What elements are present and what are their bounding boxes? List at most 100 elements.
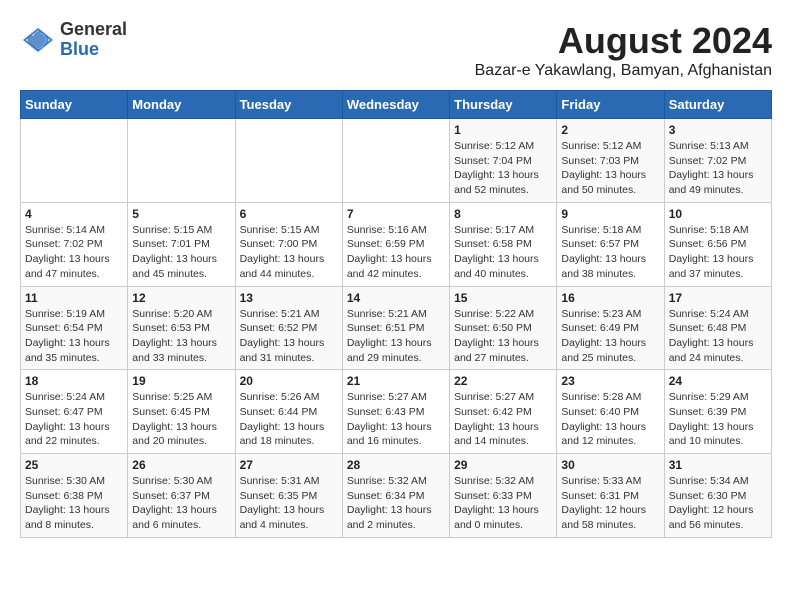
calendar-cell: 8 Sunrise: 5:17 AM Sunset: 6:58 PM Daylig… [450, 202, 557, 286]
cell-info: Sunrise: 5:20 AM Sunset: 6:53 PM Dayligh… [132, 307, 230, 366]
cell-day-number: 29 [454, 458, 552, 472]
cell-day-number: 7 [347, 207, 445, 221]
cell-info: Sunrise: 5:24 AM Sunset: 6:47 PM Dayligh… [25, 390, 123, 449]
logo-text: General Blue [60, 20, 127, 60]
cell-day-number: 23 [561, 374, 659, 388]
header-cell-friday: Friday [557, 91, 664, 119]
cell-info: Sunrise: 5:16 AM Sunset: 6:59 PM Dayligh… [347, 223, 445, 282]
calendar-cell: 12 Sunrise: 5:20 AM Sunset: 6:53 PM Dayli… [128, 286, 235, 370]
cell-info: Sunrise: 5:23 AM Sunset: 6:49 PM Dayligh… [561, 307, 659, 366]
header-cell-tuesday: Tuesday [235, 91, 342, 119]
cell-info: Sunrise: 5:13 AM Sunset: 7:02 PM Dayligh… [669, 139, 767, 198]
header-row: SundayMondayTuesdayWednesdayThursdayFrid… [21, 91, 772, 119]
cell-info: Sunrise: 5:15 AM Sunset: 7:01 PM Dayligh… [132, 223, 230, 282]
cell-day-number: 8 [454, 207, 552, 221]
cell-day-number: 20 [240, 374, 338, 388]
calendar-cell: 13Sunrise: 5:21 AM Sunset: 6:52 PM Dayli… [235, 286, 342, 370]
calendar-cell: 26 Sunrise: 5:30 AM Sunset: 6:37 PM Dayli… [128, 454, 235, 538]
page-title: August 2024 [475, 20, 772, 62]
cell-info: Sunrise: 5:29 AM Sunset: 6:39 PM Dayligh… [669, 390, 767, 449]
calendar-table: SundayMondayTuesdayWednesdayThursdayFrid… [20, 90, 772, 538]
calendar-cell: 16 Sunrise: 5:23 AM Sunset: 6:49 PM Dayli… [557, 286, 664, 370]
calendar-cell: 27 Sunrise: 5:31 AM Sunset: 6:35 PM Dayli… [235, 454, 342, 538]
calendar-cell: 15 Sunrise: 5:22 AM Sunset: 6:50 PM Dayli… [450, 286, 557, 370]
calendar-cell: 3Sunrise: 5:13 AM Sunset: 7:02 PM Daylig… [664, 119, 771, 203]
header-cell-wednesday: Wednesday [342, 91, 449, 119]
cell-day-number: 16 [561, 291, 659, 305]
calendar-cell: 17 Sunrise: 5:24 AM Sunset: 6:48 PM Dayli… [664, 286, 771, 370]
cell-day-number: 9 [561, 207, 659, 221]
calendar-cell [21, 119, 128, 203]
cell-day-number: 1 [454, 123, 552, 137]
week-row-2: 4Sunrise: 5:14 AM Sunset: 7:02 PM Daylig… [21, 202, 772, 286]
calendar-cell: 19 Sunrise: 5:25 AM Sunset: 6:45 PM Dayli… [128, 370, 235, 454]
calendar-cell [342, 119, 449, 203]
calendar-cell: 28 Sunrise: 5:32 AM Sunset: 6:34 PM Dayli… [342, 454, 449, 538]
calendar-cell [235, 119, 342, 203]
cell-day-number: 28 [347, 458, 445, 472]
cell-day-number: 14 [347, 291, 445, 305]
calendar-cell: 30Sunrise: 5:33 AM Sunset: 6:31 PM Dayli… [557, 454, 664, 538]
cell-day-number: 13 [240, 291, 338, 305]
calendar-cell: 4Sunrise: 5:14 AM Sunset: 7:02 PM Daylig… [21, 202, 128, 286]
header-cell-thursday: Thursday [450, 91, 557, 119]
cell-day-number: 26 [132, 458, 230, 472]
week-row-4: 18 Sunrise: 5:24 AM Sunset: 6:47 PM Dayli… [21, 370, 772, 454]
calendar-cell: 31 Sunrise: 5:34 AM Sunset: 6:30 PM Dayli… [664, 454, 771, 538]
cell-info: Sunrise: 5:31 AM Sunset: 6:35 PM Dayligh… [240, 474, 338, 533]
calendar-cell [128, 119, 235, 203]
page-subtitle: Bazar-e Yakawlang, Bamyan, Afghanistan [475, 62, 772, 80]
calendar-cell: 10Sunrise: 5:18 AM Sunset: 6:56 PM Dayli… [664, 202, 771, 286]
calendar-cell: 29 Sunrise: 5:32 AM Sunset: 6:33 PM Dayli… [450, 454, 557, 538]
cell-info: Sunrise: 5:22 AM Sunset: 6:50 PM Dayligh… [454, 307, 552, 366]
cell-info: Sunrise: 5:27 AM Sunset: 6:43 PM Dayligh… [347, 390, 445, 449]
cell-info: Sunrise: 5:32 AM Sunset: 6:33 PM Dayligh… [454, 474, 552, 533]
cell-day-number: 27 [240, 458, 338, 472]
header-cell-sunday: Sunday [21, 91, 128, 119]
cell-day-number: 31 [669, 458, 767, 472]
calendar-cell: 23Sunrise: 5:28 AM Sunset: 6:40 PM Dayli… [557, 370, 664, 454]
cell-day-number: 6 [240, 207, 338, 221]
cell-day-number: 11 [25, 291, 123, 305]
calendar-header: SundayMondayTuesdayWednesdayThursdayFrid… [21, 91, 772, 119]
calendar-cell: 1Sunrise: 5:12 AM Sunset: 7:04 PM Daylig… [450, 119, 557, 203]
cell-day-number: 17 [669, 291, 767, 305]
header-cell-saturday: Saturday [664, 91, 771, 119]
cell-info: Sunrise: 5:30 AM Sunset: 6:37 PM Dayligh… [132, 474, 230, 533]
calendar-cell: 9 Sunrise: 5:18 AM Sunset: 6:57 PM Daylig… [557, 202, 664, 286]
cell-info: Sunrise: 5:30 AM Sunset: 6:38 PM Dayligh… [25, 474, 123, 533]
cell-info: Sunrise: 5:34 AM Sunset: 6:30 PM Dayligh… [669, 474, 767, 533]
cell-day-number: 15 [454, 291, 552, 305]
cell-info: Sunrise: 5:18 AM Sunset: 6:56 PM Dayligh… [669, 223, 767, 282]
cell-info: Sunrise: 5:27 AM Sunset: 6:42 PM Dayligh… [454, 390, 552, 449]
cell-day-number: 12 [132, 291, 230, 305]
header-cell-monday: Monday [128, 91, 235, 119]
cell-info: Sunrise: 5:14 AM Sunset: 7:02 PM Dayligh… [25, 223, 123, 282]
cell-day-number: 25 [25, 458, 123, 472]
cell-info: Sunrise: 5:15 AM Sunset: 7:00 PM Dayligh… [240, 223, 338, 282]
cell-info: Sunrise: 5:17 AM Sunset: 6:58 PM Dayligh… [454, 223, 552, 282]
cell-info: Sunrise: 5:25 AM Sunset: 6:45 PM Dayligh… [132, 390, 230, 449]
cell-day-number: 18 [25, 374, 123, 388]
cell-info: Sunrise: 5:12 AM Sunset: 7:03 PM Dayligh… [561, 139, 659, 198]
week-row-1: 1Sunrise: 5:12 AM Sunset: 7:04 PM Daylig… [21, 119, 772, 203]
page-header: General Blue August 2024 Bazar-e Yakawla… [20, 20, 772, 80]
cell-info: Sunrise: 5:32 AM Sunset: 6:34 PM Dayligh… [347, 474, 445, 533]
calendar-cell: 24 Sunrise: 5:29 AM Sunset: 6:39 PM Dayli… [664, 370, 771, 454]
cell-day-number: 30 [561, 458, 659, 472]
cell-day-number: 19 [132, 374, 230, 388]
cell-info: Sunrise: 5:21 AM Sunset: 6:51 PM Dayligh… [347, 307, 445, 366]
cell-day-number: 24 [669, 374, 767, 388]
cell-day-number: 22 [454, 374, 552, 388]
week-row-3: 11Sunrise: 5:19 AM Sunset: 6:54 PM Dayli… [21, 286, 772, 370]
cell-info: Sunrise: 5:18 AM Sunset: 6:57 PM Dayligh… [561, 223, 659, 282]
week-row-5: 25 Sunrise: 5:30 AM Sunset: 6:38 PM Dayli… [21, 454, 772, 538]
calendar-cell: 22 Sunrise: 5:27 AM Sunset: 6:42 PM Dayli… [450, 370, 557, 454]
calendar-cell: 6 Sunrise: 5:15 AM Sunset: 7:00 PM Daylig… [235, 202, 342, 286]
cell-info: Sunrise: 5:26 AM Sunset: 6:44 PM Dayligh… [240, 390, 338, 449]
calendar-cell: 2Sunrise: 5:12 AM Sunset: 7:03 PM Daylig… [557, 119, 664, 203]
cell-info: Sunrise: 5:24 AM Sunset: 6:48 PM Dayligh… [669, 307, 767, 366]
calendar-cell: 18 Sunrise: 5:24 AM Sunset: 6:47 PM Dayli… [21, 370, 128, 454]
calendar-cell: 14 Sunrise: 5:21 AM Sunset: 6:51 PM Dayli… [342, 286, 449, 370]
cell-day-number: 21 [347, 374, 445, 388]
